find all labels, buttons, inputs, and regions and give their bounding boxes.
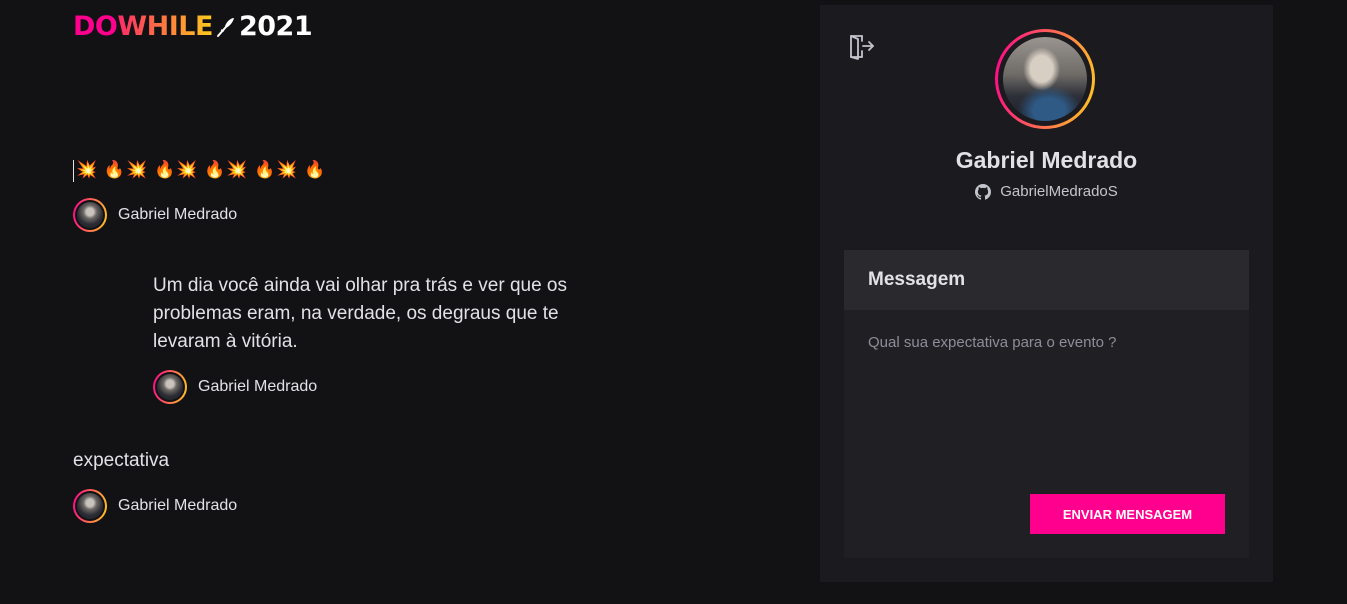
form-title: Messagem — [844, 250, 1249, 310]
avatar-image — [157, 374, 183, 400]
page: DO WHILE 2021 💥 🔥💥 🔥💥 🔥💥 🔥💥 🔥 Gabriel Me… — [0, 0, 1347, 604]
logo-feather-icon — [215, 12, 237, 42]
send-message-panel: Gabriel Medrado GabrielMedradoS Messagem… — [820, 5, 1273, 582]
profile-name: Gabriel Medrado — [955, 147, 1138, 173]
message-form: Messagem ENVIAR MENSAGEM — [844, 250, 1249, 558]
user-name: Gabriel Medrado — [118, 497, 238, 514]
message-user: Gabriel Medrado — [73, 489, 237, 523]
dowhile-logo: DO WHILE 2021 — [73, 11, 313, 42]
message-content: expectativa — [73, 450, 170, 471]
message-content: Um dia você ainda vai olhar pra trás e v… — [153, 275, 567, 352]
logo-do: DO — [73, 11, 118, 42]
send-message-button[interactable]: ENVIAR MENSAGEM — [1030, 494, 1225, 534]
user-name: Gabriel Medrado — [198, 378, 318, 395]
profile-github: GabrielMedradoS — [820, 183, 1273, 200]
user-avatar — [73, 198, 107, 232]
avatar-image — [77, 202, 103, 228]
logo-while: WHILE — [117, 11, 213, 42]
user-avatar — [73, 489, 107, 523]
message-textarea[interactable] — [868, 334, 1225, 474]
profile-avatar — [995, 29, 1095, 129]
user-avatar — [153, 370, 187, 404]
sign-out-button[interactable] — [846, 31, 876, 61]
message-item: expectativa Gabriel Medrado — [73, 447, 237, 523]
sign-out-icon — [850, 35, 874, 60]
github-username: GabrielMedradoS — [1000, 183, 1118, 200]
message-content: 💥 🔥💥 🔥💥 🔥💥 🔥💥 🔥 — [73, 156, 326, 184]
avatar-image — [77, 493, 103, 519]
logo-year: 2021 — [238, 11, 313, 42]
github-icon — [975, 183, 992, 200]
text-caret — [73, 159, 74, 182]
message-user: Gabriel Medrado — [73, 198, 326, 232]
message-item: 💥 🔥💥 🔥💥 🔥💥 🔥💥 🔥 Gabriel Medrado — [73, 156, 326, 232]
message-text: 💥 🔥💥 🔥💥 🔥💥 🔥💥 🔥 — [76, 160, 327, 179]
profile-avatar-image — [1003, 37, 1087, 121]
user-name: Gabriel Medrado — [118, 206, 238, 223]
message-item: Um dia você ainda vai olhar pra trás e v… — [153, 272, 613, 404]
message-user: Gabriel Medrado — [153, 370, 613, 404]
